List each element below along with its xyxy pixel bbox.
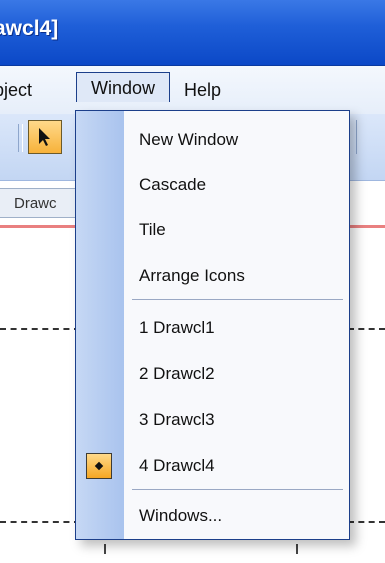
menu-separator xyxy=(132,489,343,490)
canvas-tick xyxy=(104,544,106,554)
menu-item-label: 3 Drawcl3 xyxy=(139,410,215,429)
title-bar: awcl4] xyxy=(0,0,385,66)
menu-item-new-window[interactable]: New Window xyxy=(76,121,349,161)
canvas-dashed-line xyxy=(0,328,80,330)
menu-object[interactable]: bject xyxy=(0,80,32,101)
window-title: awcl4] xyxy=(0,17,59,40)
menu-item-drawcl1[interactable]: 1 Drawcl1 xyxy=(76,309,349,349)
menu-item-label: 1 Drawcl1 xyxy=(139,318,215,337)
menu-window[interactable]: Window xyxy=(76,72,170,102)
canvas-dashed-line xyxy=(348,328,385,330)
canvas-dashed-line xyxy=(348,521,385,523)
checked-bullet-icon xyxy=(86,453,112,479)
menu-separator xyxy=(132,299,343,300)
select-pointer-button[interactable] xyxy=(28,120,62,154)
menu-item-label: Cascade xyxy=(139,175,207,194)
pointer-icon xyxy=(39,128,50,146)
canvas-tick xyxy=(296,544,298,554)
menu-item-drawcl2[interactable]: 2 Drawcl2 xyxy=(76,355,349,395)
menu-item-label: 4 Drawcl4 xyxy=(139,456,215,475)
menu-item-windows[interactable]: Windows... xyxy=(76,497,349,537)
menu-item-cascade[interactable]: Cascade xyxy=(76,166,349,206)
toolbar-separator xyxy=(18,124,23,152)
menu-item-label: Windows... xyxy=(139,506,223,525)
menu-item-tile[interactable]: Tile xyxy=(76,211,349,251)
menu-item-drawcl3[interactable]: 3 Drawcl3 xyxy=(76,401,349,441)
toolbar-fragment xyxy=(356,120,385,154)
menu-item-label: New Window xyxy=(139,130,239,149)
menu-item-label: Arrange Icons xyxy=(139,266,245,285)
menu-help[interactable]: Help xyxy=(184,80,221,101)
menu-item-label: Tile xyxy=(139,220,166,239)
window-menu-dropdown: New Window Cascade Tile Arrange Icons 1 … xyxy=(75,110,350,540)
menu-bar: bject Window Help xyxy=(0,66,385,114)
menu-item-drawcl4[interactable]: 4 Drawcl4 xyxy=(76,447,349,487)
canvas-dashed-line xyxy=(0,521,80,523)
menu-item-label: 2 Drawcl2 xyxy=(139,364,215,383)
menu-item-arrange-icons[interactable]: Arrange Icons xyxy=(76,257,349,297)
